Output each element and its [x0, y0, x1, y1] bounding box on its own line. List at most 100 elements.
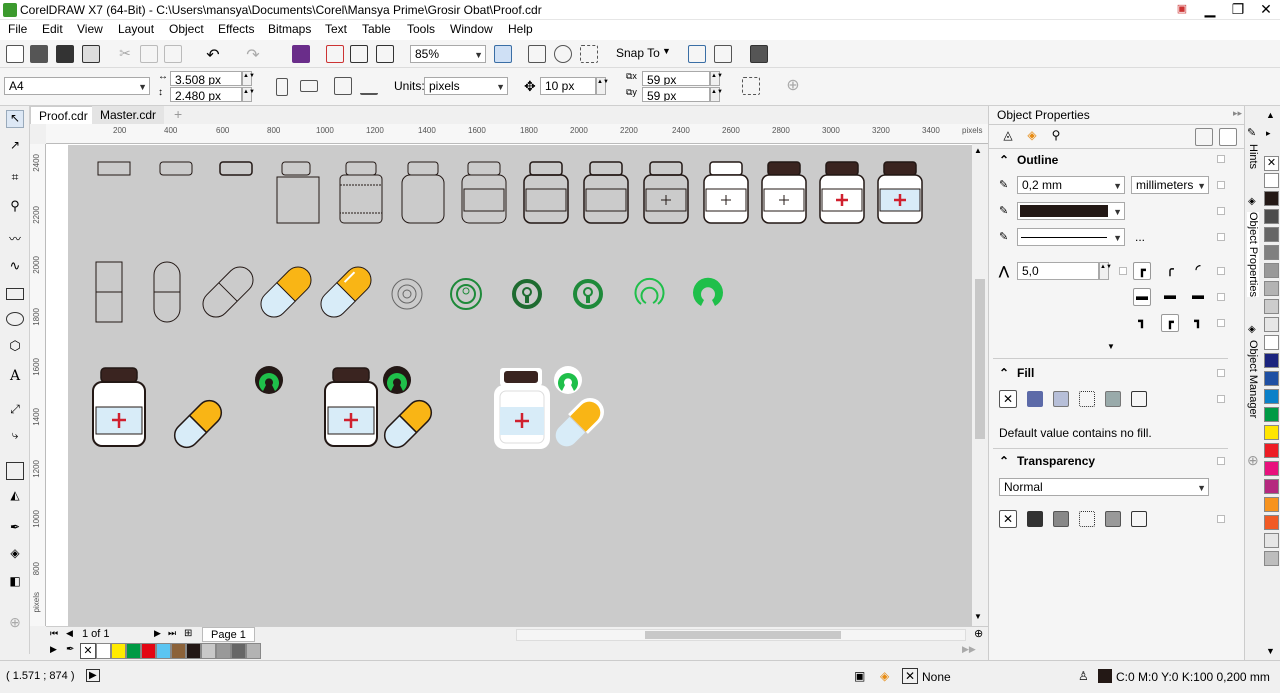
menu-file[interactable]: File — [8, 22, 27, 36]
bitmap-pattern-fill-icon[interactable] — [1105, 391, 1121, 407]
fountain-fill-icon[interactable] — [1053, 391, 1069, 407]
drawing-page[interactable] — [68, 145, 972, 626]
palette-swatch[interactable] — [1264, 551, 1279, 566]
palette-swatch[interactable] — [1264, 173, 1279, 188]
vector-pattern-fill-icon[interactable] — [1079, 391, 1095, 407]
palette-swatch[interactable] — [1264, 461, 1279, 476]
units-select[interactable]: pixels ▼ — [424, 77, 508, 95]
show-rulers-icon[interactable] — [554, 45, 572, 63]
palette-swatch[interactable] — [1264, 335, 1279, 350]
no-color-swatch[interactable]: ✕ — [1264, 156, 1279, 171]
palette-swatch[interactable] — [1264, 443, 1279, 458]
connector-tool-icon[interactable]: ⤷ — [6, 428, 24, 446]
badge-step-2[interactable] — [450, 278, 482, 310]
print-icon[interactable] — [82, 45, 100, 63]
interactive-fill-icon[interactable]: ◈ — [6, 546, 24, 564]
fill-none-swatch[interactable]: ✕ — [902, 668, 918, 684]
palette-scroll-down-icon[interactable]: ▼ — [1266, 646, 1275, 656]
outline-width-toggle[interactable] — [1217, 181, 1225, 189]
jar-step-8[interactable] — [523, 161, 569, 224]
jar-step-5[interactable] — [339, 161, 383, 224]
freehand-tool-icon[interactable]: 〰 — [6, 230, 24, 248]
docker-apply-icon[interactable] — [1219, 128, 1237, 146]
palette-swatch[interactable] — [1264, 353, 1279, 368]
color-eyedropper-icon[interactable]: ✒ — [6, 520, 24, 538]
page-frame-icon[interactable] — [742, 77, 760, 95]
capsule-step-3[interactable] — [198, 262, 259, 323]
palette-swatch[interactable] — [1264, 389, 1279, 404]
add-page-icon[interactable]: ⊞ — [184, 628, 192, 639]
fill-type-toggle[interactable] — [1217, 395, 1225, 403]
first-page-icon[interactable]: ⏮ — [50, 628, 58, 639]
application-launcher-icon[interactable] — [750, 45, 768, 63]
miter-limit-field[interactable]: 5,0 — [1017, 262, 1099, 280]
last-page-icon[interactable]: ⏭ — [168, 628, 176, 639]
capsule-step-1[interactable] — [95, 261, 123, 323]
show-grid-icon[interactable] — [580, 45, 598, 63]
assembled-jar-2[interactable] — [324, 367, 378, 447]
duplicate-y-spinner[interactable]: ▲▼ — [710, 87, 723, 102]
menu-edit[interactable]: Edit — [42, 22, 63, 36]
assembled-capsule-2[interactable] — [380, 396, 437, 453]
current-page-icon[interactable] — [360, 77, 378, 95]
palette-swatch[interactable] — [1264, 497, 1279, 512]
palette-swatch[interactable] — [1264, 425, 1279, 440]
landscape-icon[interactable] — [300, 80, 318, 92]
shape-tool-icon[interactable]: ↗ — [6, 138, 24, 156]
transparency-tool-icon[interactable]: ◭ — [6, 488, 24, 506]
artwork[interactable] — [68, 145, 972, 626]
prev-page-icon[interactable]: ◀ — [66, 628, 73, 639]
all-pages-icon[interactable] — [334, 77, 352, 95]
jar-step-13[interactable] — [819, 161, 865, 224]
jar-step-7[interactable] — [461, 161, 507, 224]
position-center-icon[interactable]: ┏ — [1161, 314, 1179, 332]
jar-step-11[interactable] — [703, 161, 749, 224]
position-outside-icon[interactable]: ┓ — [1133, 314, 1151, 332]
add-tool-icon[interactable]: ⊕ — [6, 614, 24, 632]
badge-step-3[interactable] — [512, 279, 542, 309]
document-palette-swatch[interactable] — [201, 643, 216, 659]
line-cap-toggle[interactable] — [1217, 293, 1225, 301]
palette-swatch[interactable] — [1264, 263, 1279, 278]
badge-step-4[interactable] — [573, 279, 603, 309]
assembled-capsule-3[interactable] — [549, 392, 610, 453]
jar-step-10[interactable] — [643, 161, 689, 224]
snap-to-dropdown-icon[interactable]: ▼ — [662, 46, 671, 56]
jar-step-2[interactable] — [159, 161, 193, 176]
palette-swatch[interactable] — [1264, 317, 1279, 332]
jar-step-14[interactable] — [877, 161, 923, 224]
palette-swatch[interactable] — [1264, 407, 1279, 422]
badge-step-1[interactable] — [391, 278, 423, 310]
redo-icon[interactable]: ↷ — [244, 45, 262, 64]
position-inside-icon[interactable]: ┓ — [1189, 314, 1207, 332]
add-docker-icon[interactable]: ⊕ — [1247, 452, 1259, 469]
docker-close-icon[interactable]: ▸▸ — [1233, 108, 1242, 119]
open-icon[interactable] — [30, 45, 48, 63]
vertical-ruler[interactable]: 2400 2200 2000 1800 1600 1400 1200 1000 … — [30, 144, 46, 626]
page-width-spinner[interactable]: ▲▼ — [242, 71, 255, 86]
position-toggle[interactable] — [1217, 319, 1225, 327]
palette-swatch[interactable] — [1264, 245, 1279, 260]
fill-collapse-icon[interactable]: ⌃ — [999, 366, 1009, 380]
badge-step-5[interactable] — [634, 277, 665, 305]
fill-expand-toggle[interactable] — [1217, 369, 1225, 377]
page-width-field[interactable]: 3.508 px — [170, 71, 242, 86]
palette-swatch[interactable] — [1264, 281, 1279, 296]
import-icon[interactable] — [326, 45, 344, 63]
user-icon[interactable]: ▣ — [1168, 0, 1196, 20]
palette-swatch[interactable] — [1264, 479, 1279, 494]
jar-step-1[interactable] — [97, 161, 131, 176]
page-height-spinner[interactable]: ▲▼ — [242, 87, 255, 102]
scroll-down-icon[interactable]: ▼ — [974, 612, 982, 621]
corner-round-icon[interactable]: ╭ — [1161, 262, 1179, 280]
tab-object-manager[interactable]: Object Manager — [1247, 340, 1259, 418]
copy-icon[interactable] — [140, 45, 158, 63]
jar-step-4[interactable] — [276, 161, 320, 224]
page-size-select[interactable]: A4 ▼ — [4, 77, 150, 95]
next-page-icon[interactable]: ▶ — [154, 628, 161, 639]
palette-menu-icon[interactable]: ▶ — [50, 644, 57, 655]
palette-swatch[interactable] — [1264, 209, 1279, 224]
outline-collapse-icon[interactable]: ⌃ — [999, 153, 1009, 167]
fill-bucket-icon[interactable]: ◈ — [1023, 128, 1041, 146]
palette-swatch[interactable] — [1264, 515, 1279, 530]
